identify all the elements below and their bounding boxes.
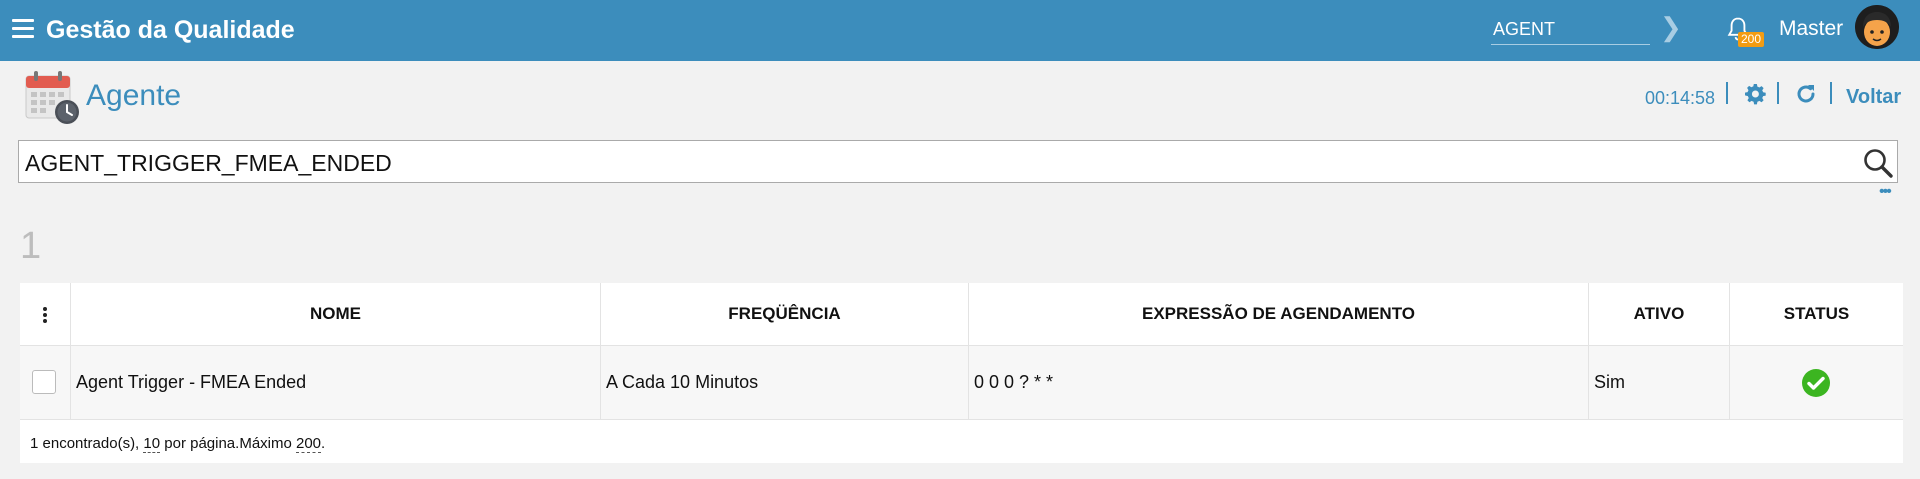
column-header-expressao[interactable]: EXPRESSÃO DE AGENDAMENTO [969,283,1589,345]
page-title: Agente [86,79,182,112]
search-input[interactable] [23,146,1827,180]
cell-frequencia: A Cada 10 Minutos [601,346,969,419]
cell-ativo: Sim [1589,346,1730,419]
notification-badge: 200 [1738,32,1765,47]
toolbar-divider [1830,82,1832,104]
cell-nome[interactable]: Agent Trigger - FMEA Ended [71,346,601,419]
session-timer: 00:14:58 [1645,88,1716,108]
column-header-ativo[interactable]: ATIVO [1589,283,1730,345]
chevron-right-icon[interactable]: ❯ [1660,12,1682,42]
refresh-icon[interactable] [1794,82,1818,106]
per-page-text: por página.Máximo [160,435,296,452]
found-count-text: 1 encontrado(s), [30,435,144,452]
top-bar: Gestão da Qualidade ❯ 200 Master [0,0,1920,61]
results-table: NOME FREQÜÊNCIA EXPRESSÃO DE AGENDAMENTO… [20,283,1903,463]
row-select-cell [20,346,71,419]
global-search-input[interactable] [1491,14,1650,45]
per-page-selector[interactable]: 10 [143,435,161,453]
column-header-status[interactable]: STATUS [1730,283,1903,345]
toolbar-divider [1726,82,1728,104]
column-header-frequencia[interactable]: FREQÜÊNCIA [601,283,969,345]
avatar[interactable] [1855,5,1899,49]
more-options-icon[interactable]: ••• [1879,184,1892,200]
kebab-menu-icon [43,306,47,323]
cell-expressao: 0 0 0 ? * * [969,346,1589,419]
calendar-clock-icon [25,71,79,124]
search-field [18,140,1898,183]
check-circle-icon [1802,369,1830,397]
search-icon[interactable] [1862,147,1894,179]
toolbar-divider [1777,82,1779,104]
avatar-image [1855,5,1899,49]
pagination-summary: 1 encontrado(s), 10 por página.Máximo 20… [30,435,325,453]
column-menu-button[interactable] [20,283,71,345]
row-checkbox[interactable] [32,370,56,394]
app-title: Gestão da Qualidade [46,16,295,44]
menu-icon[interactable] [12,19,34,39]
user-name[interactable]: Master [1779,16,1843,42]
gear-icon[interactable] [1743,82,1767,106]
table-header: NOME FREQÜÊNCIA EXPRESSÃO DE AGENDAMENTO… [20,283,1903,346]
column-header-nome[interactable]: NOME [71,283,601,345]
max-selector[interactable]: 200 [296,435,322,453]
table-row[interactable]: Agent Trigger - FMEA Ended A Cada 10 Min… [20,346,1903,420]
back-button[interactable]: Voltar [1846,85,1901,109]
result-count: 1 [20,225,42,267]
footer-end: . [321,435,326,452]
